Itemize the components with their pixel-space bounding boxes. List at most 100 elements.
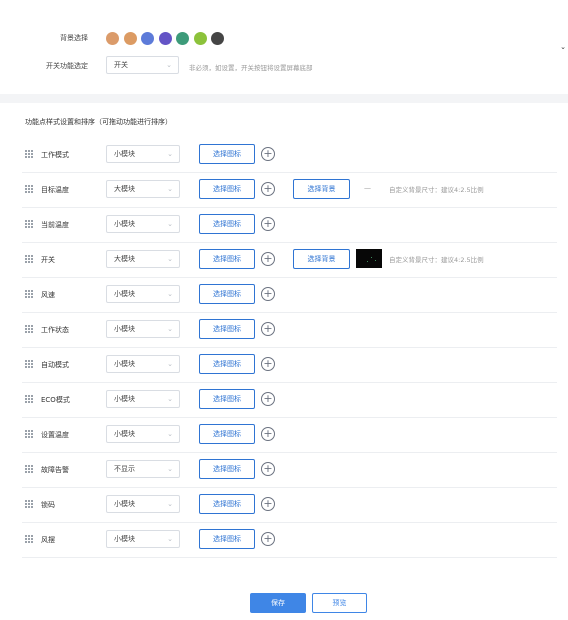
add-icon[interactable]: + <box>261 147 275 161</box>
chevron-down-icon: ⌄ <box>167 325 173 333</box>
style-select[interactable]: 小模块 ⌄ <box>106 355 180 373</box>
function-name: 设置温度 <box>41 431 69 439</box>
select-icon-button[interactable]: 选择图标 <box>199 249 255 269</box>
function-row[interactable]: 故障告警 不显示 ⌄ 选择图标 + <box>22 452 557 488</box>
function-row[interactable]: 目标温度 大模块 ⌄ 选择图标 + 选择背景 — 自定义背景尺寸：建议4:2.5比例 <box>22 172 557 208</box>
drag-handle-icon[interactable] <box>25 185 33 194</box>
background-thumbnail <box>356 249 382 268</box>
function-row[interactable]: 锁码 小模块 ⌄ 选择图标 + <box>22 487 557 523</box>
function-row[interactable]: 设置温度 小模块 ⌄ 选择图标 + <box>22 417 557 453</box>
function-name: 风速 <box>41 291 55 299</box>
add-icon[interactable]: + <box>261 182 275 196</box>
drag-handle-icon[interactable] <box>25 465 33 474</box>
function-name: 工作状态 <box>41 326 69 334</box>
style-select[interactable]: 小模块 ⌄ <box>106 320 180 338</box>
chevron-down-icon: ⌄ <box>167 395 173 403</box>
add-icon[interactable]: + <box>261 392 275 406</box>
style-select[interactable]: 大模块 ⌄ <box>106 250 180 268</box>
color-swatch[interactable] <box>193 32 207 45</box>
function-name: 开关 <box>41 256 55 264</box>
add-icon[interactable]: + <box>261 322 275 336</box>
style-select[interactable]: 小模块 ⌄ <box>106 145 180 163</box>
add-icon[interactable]: + <box>261 427 275 441</box>
style-select[interactable]: 小模块 ⌄ <box>106 215 180 233</box>
switch-select[interactable]: 开关 ⌄ <box>106 56 179 74</box>
style-select-value: 小模块 <box>114 395 135 403</box>
style-select[interactable]: 小模块 ⌄ <box>106 425 180 443</box>
function-name: 自动模式 <box>41 361 69 369</box>
background-size-hint: 自定义背景尺寸：建议4:2.5比例 <box>389 186 484 194</box>
style-select-value: 小模块 <box>114 535 135 543</box>
color-swatch[interactable] <box>158 32 172 45</box>
function-row[interactable]: 工作模式 小模块 ⌄ 选择图标 + <box>22 137 557 173</box>
select-icon-button[interactable]: 选择图标 <box>199 494 255 514</box>
style-select[interactable]: 小模块 ⌄ <box>106 495 180 513</box>
select-icon-button[interactable]: 选择图标 <box>199 319 255 339</box>
style-select[interactable]: 大模块 ⌄ <box>106 180 180 198</box>
style-select[interactable]: 小模块 ⌄ <box>106 285 180 303</box>
function-row[interactable]: 自动模式 小模块 ⌄ 选择图标 + <box>22 347 557 383</box>
color-swatch[interactable] <box>123 32 137 45</box>
color-swatch[interactable] <box>211 32 224 45</box>
chevron-down-icon: ⌄ <box>167 535 173 543</box>
drag-handle-icon[interactable] <box>25 395 33 404</box>
select-icon-button[interactable]: 选择图标 <box>199 214 255 234</box>
color-swatch[interactable] <box>141 32 154 45</box>
style-select-value: 小模块 <box>114 430 135 438</box>
add-icon[interactable]: + <box>261 252 275 266</box>
function-row[interactable]: ECO模式 小模块 ⌄ 选择图标 + <box>22 382 557 418</box>
function-name: 目标温度 <box>41 186 69 194</box>
drag-handle-icon[interactable] <box>25 535 33 544</box>
style-select[interactable]: 小模块 ⌄ <box>106 530 180 548</box>
add-icon[interactable]: + <box>261 532 275 546</box>
chevron-down-icon[interactable]: ⌄ <box>560 43 566 51</box>
select-background-button[interactable]: 选择背景 <box>293 179 350 199</box>
select-icon-button[interactable]: 选择图标 <box>199 389 255 409</box>
function-name: 风摆 <box>41 536 55 544</box>
function-row[interactable]: 工作状态 小模块 ⌄ 选择图标 + <box>22 312 557 348</box>
background-size-hint: 自定义背景尺寸：建议4:2.5比例 <box>389 256 484 264</box>
select-icon-button[interactable]: 选择图标 <box>199 459 255 479</box>
select-icon-button[interactable]: 选择图标 <box>199 354 255 374</box>
chevron-down-icon: ⌄ <box>167 500 173 508</box>
function-row[interactable]: 风摆 小模块 ⌄ 选择图标 + <box>22 522 557 558</box>
style-select-value: 小模块 <box>114 325 135 333</box>
function-row[interactable]: 开关 大模块 ⌄ 选择图标 + 选择背景 自定义背景尺寸：建议4:2.5比例 <box>22 242 557 278</box>
drag-handle-icon[interactable] <box>25 150 33 159</box>
save-button[interactable]: 保存 <box>250 593 306 613</box>
add-icon[interactable]: + <box>261 462 275 476</box>
background-label: 背景选择 <box>60 34 88 42</box>
chevron-down-icon: ⌄ <box>167 220 173 228</box>
select-icon-button[interactable]: 选择图标 <box>199 424 255 444</box>
drag-handle-icon[interactable] <box>25 220 33 229</box>
color-swatch[interactable] <box>106 32 119 45</box>
chevron-down-icon: ⌄ <box>167 360 173 368</box>
drag-handle-icon[interactable] <box>25 500 33 509</box>
select-icon-button[interactable]: 选择图标 <box>199 179 255 199</box>
select-background-button[interactable]: 选择背景 <box>293 249 350 269</box>
select-icon-button[interactable]: 选择图标 <box>199 529 255 549</box>
chevron-down-icon: ⌄ <box>166 61 172 69</box>
style-select-value: 小模块 <box>114 220 135 228</box>
drag-handle-icon[interactable] <box>25 325 33 334</box>
style-select[interactable]: 小模块 ⌄ <box>106 390 180 408</box>
select-icon-button[interactable]: 选择图标 <box>199 144 255 164</box>
drag-handle-icon[interactable] <box>25 255 33 264</box>
drag-handle-icon[interactable] <box>25 430 33 439</box>
function-row[interactable]: 当前温度 小模块 ⌄ 选择图标 + <box>22 207 557 243</box>
style-select-value: 不显示 <box>114 465 135 473</box>
style-select-value: 大模块 <box>114 185 135 193</box>
drag-handle-icon[interactable] <box>25 360 33 369</box>
add-icon[interactable]: + <box>261 287 275 301</box>
drag-handle-icon[interactable] <box>25 290 33 299</box>
add-icon[interactable]: + <box>261 357 275 371</box>
function-row[interactable]: 风速 小模块 ⌄ 选择图标 + <box>22 277 557 313</box>
add-icon[interactable]: + <box>261 217 275 231</box>
preview-button[interactable]: 预览 <box>312 593 367 613</box>
select-icon-button[interactable]: 选择图标 <box>199 284 255 304</box>
color-swatch[interactable] <box>176 32 189 45</box>
style-select-value: 小模块 <box>114 150 135 158</box>
style-select[interactable]: 不显示 ⌄ <box>106 460 180 478</box>
add-icon[interactable]: + <box>261 497 275 511</box>
function-name: 当前温度 <box>41 221 69 229</box>
